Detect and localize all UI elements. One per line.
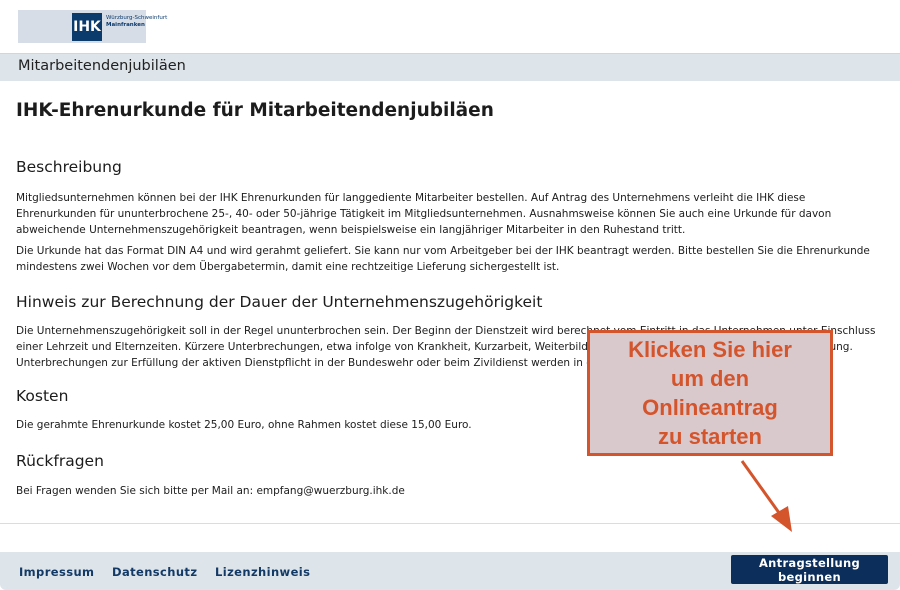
logo-line-1: Würzburg-Schweinfurt [106, 15, 168, 21]
section-title-bar: Mitarbeitendenjubiläen [0, 53, 900, 81]
callout-text: Klicken Sie hier um den Onlineantrag zu … [628, 337, 792, 449]
annotation-callout: Klicken Sie hier um den Onlineantrag zu … [587, 330, 833, 456]
arrow-head [771, 506, 792, 532]
ihk-logo[interactable]: IHK Würzburg-Schweinfurt Mainfranken [18, 10, 167, 43]
heading-kosten: Kosten [16, 387, 69, 405]
heading-hinweis: Hinweis zur Berechnung der Dauer der Unt… [16, 293, 543, 311]
paragraph-rueckfragen: Bei Fragen wenden Sie sich bitte per Mai… [16, 485, 405, 497]
start-application-button[interactable]: Antragstellung beginnen [731, 555, 888, 584]
logo-line-2: Mainfranken [106, 22, 145, 28]
content-divider [0, 523, 900, 524]
footer-link-datenschutz[interactable]: Datenschutz [112, 565, 197, 579]
paragraph-beschreibung-1: Mitgliedsunternehmen können bei der IHK … [16, 192, 832, 236]
site-header: IHK Würzburg-Schweinfurt Mainfranken [0, 0, 900, 52]
ihk-logo-subtitle: Würzburg-Schweinfurt Mainfranken [106, 15, 167, 29]
heading-beschreibung: Beschreibung [16, 158, 122, 176]
heading-rueckfragen: Rückfragen [16, 452, 104, 470]
page: IHK Würzburg-Schweinfurt Mainfranken Mit… [0, 0, 900, 590]
paragraph-beschreibung-2: Die Urkunde hat das Format DIN A4 und wi… [16, 245, 870, 273]
section-title: Mitarbeitendenjubiläen [18, 58, 186, 74]
footer-link-impressum[interactable]: Impressum [19, 565, 94, 579]
ihk-logo-mark: IHK [72, 13, 102, 41]
page-title: IHK-Ehrenurkunde für Mitarbeitendenjubil… [16, 100, 494, 121]
footer-link-lizenzhinweis[interactable]: Lizenzhinweis [215, 565, 310, 579]
